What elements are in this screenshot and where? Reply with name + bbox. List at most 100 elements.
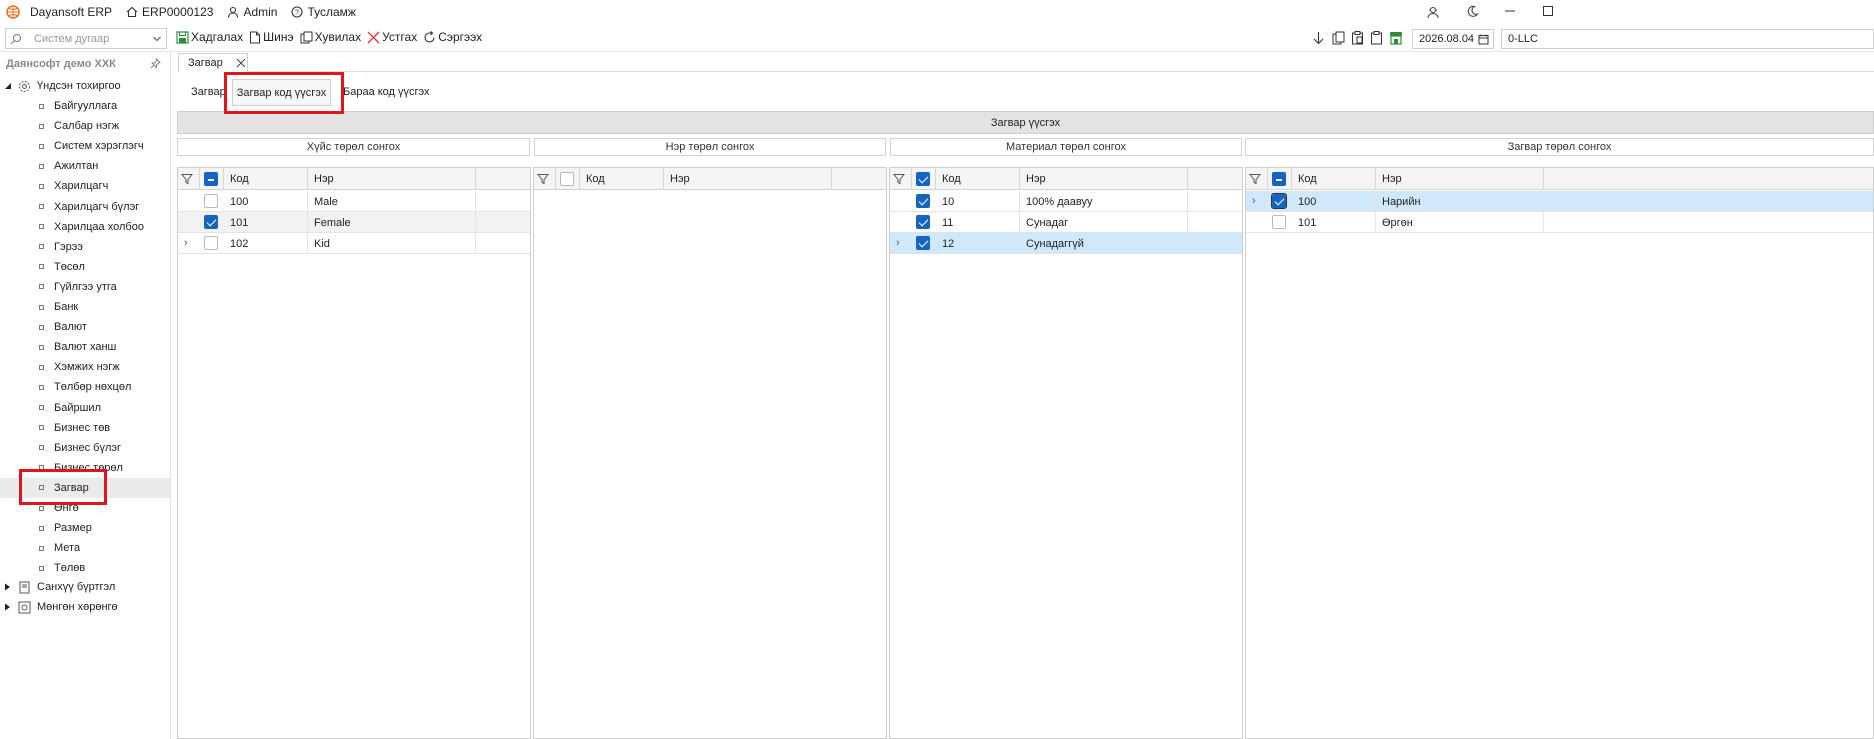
sidebar-item[interactable]: Байгууллага xyxy=(0,96,170,116)
dark-mode-icon[interactable] xyxy=(1466,5,1479,21)
create-zagvar-banner[interactable]: Загвар үүсгэх xyxy=(177,111,1874,134)
select-all-checkbox[interactable] xyxy=(560,172,574,186)
filter-icon[interactable] xyxy=(181,173,193,185)
tab-zagvar[interactable]: Загвар xyxy=(178,53,248,72)
select-all-cell[interactable] xyxy=(556,168,580,190)
sidebar-item[interactable]: Бизнес төрөл xyxy=(0,458,170,478)
sidebar-item[interactable]: Төлбөр нөхцөл xyxy=(0,377,170,397)
clipboard-icon[interactable] xyxy=(1351,31,1364,48)
sidebar-item[interactable]: Бизнес бүлэг xyxy=(0,438,170,458)
sidebar-item[interactable]: Төлөв xyxy=(0,558,170,578)
close-icon[interactable] xyxy=(236,58,246,68)
expand-triangle-icon[interactable] xyxy=(4,603,12,611)
table-row[interactable]: 100 Male xyxy=(178,191,530,212)
sidebar-item[interactable]: Ажилтан xyxy=(0,156,170,176)
expand-triangle-icon[interactable] xyxy=(4,583,12,591)
sidebar-item[interactable]: Гүйлгээ утга xyxy=(0,277,170,297)
row-checkbox[interactable] xyxy=(204,215,218,229)
col-header-code[interactable]: Код xyxy=(224,168,308,190)
sidebar-item[interactable]: Байршил xyxy=(0,398,170,418)
pin-icon[interactable] xyxy=(150,58,161,72)
sidebar-item[interactable]: Хэмжих нэгж xyxy=(0,357,170,377)
sidebar-item[interactable]: Мета xyxy=(0,538,170,558)
tree-root-main-settings[interactable]: Үндсэн тохиргоо xyxy=(0,76,170,96)
maximize-icon[interactable] xyxy=(1542,5,1554,20)
sidebar-item[interactable]: Харилцагч бүлэг xyxy=(0,197,170,217)
erp-code-link[interactable]: ERP0000123 xyxy=(126,5,213,19)
select-all-cell[interactable] xyxy=(912,168,936,190)
col-header-name[interactable]: Нэр xyxy=(1376,168,1544,190)
copy-doc-icon[interactable] xyxy=(1332,31,1345,48)
new-button[interactable]: Шинэ xyxy=(249,30,294,44)
collapse-triangle-icon[interactable] xyxy=(4,82,12,90)
sidebar-item[interactable]: Размер xyxy=(0,518,170,538)
select-all-checkbox[interactable] xyxy=(916,172,930,186)
table-row[interactable]: › 100 Нарийн xyxy=(1246,191,1873,212)
tree-group-cash[interactable]: Мөнгөн хөрөнгө xyxy=(0,597,170,617)
sidebar-item[interactable]: Бизнес төв xyxy=(0,418,170,438)
sidebar-item[interactable]: Харилцаа холбоо xyxy=(0,217,170,237)
sidebar-item[interactable]: Валют ханш xyxy=(0,337,170,357)
table-row[interactable]: › 102 Kid xyxy=(178,233,530,254)
sidebar-item[interactable]: Гэрээ xyxy=(0,237,170,257)
sidebar-item[interactable]: Банк xyxy=(0,297,170,317)
sidebar-item[interactable]: Салбар нэгж xyxy=(0,116,170,136)
sidebar-item[interactable]: Валют xyxy=(0,317,170,337)
row-checkbox[interactable] xyxy=(1271,193,1287,209)
select-all-cell[interactable] xyxy=(200,168,224,190)
table-row[interactable]: 11 Сунадаг xyxy=(890,212,1242,233)
download-icon[interactable] xyxy=(1312,31,1325,48)
select-all-cell[interactable] xyxy=(1268,168,1292,190)
filter-icon[interactable] xyxy=(1249,173,1261,185)
filter-cell[interactable] xyxy=(1246,168,1268,190)
paste-icon[interactable] xyxy=(1370,31,1383,48)
sidebar-item[interactable]: Загвар xyxy=(0,477,170,498)
subtab-zagvar[interactable]: Загвар xyxy=(191,86,226,98)
col-header-name[interactable]: Нэр xyxy=(1020,168,1188,190)
filter-icon[interactable] xyxy=(893,173,905,185)
col-header-name[interactable]: Нэр xyxy=(664,168,832,190)
store-icon[interactable] xyxy=(1389,31,1403,48)
filter-cell[interactable] xyxy=(178,168,200,190)
filter-icon[interactable] xyxy=(537,173,549,185)
sidebar-item[interactable]: Систем хэрэглэгч xyxy=(0,136,170,156)
table-row[interactable]: 101 Өргөн xyxy=(1246,212,1873,233)
col-header-name[interactable]: Нэр xyxy=(308,168,476,190)
company-select[interactable]: 0-LLC xyxy=(1501,29,1874,49)
search-input[interactable]: Систем дугаар xyxy=(34,33,109,45)
row-checkbox[interactable] xyxy=(916,194,930,208)
row-checkbox[interactable] xyxy=(916,215,930,229)
calendar-icon[interactable] xyxy=(1478,34,1489,45)
refresh-button[interactable]: Сэргээх xyxy=(423,30,482,44)
table-row[interactable]: › 12 Сунадаггүй xyxy=(890,233,1242,254)
user-menu[interactable]: Admin xyxy=(227,5,277,19)
subtab-product-code[interactable]: Бараа код үүсгэх xyxy=(343,86,430,98)
select-all-checkbox[interactable] xyxy=(1272,172,1286,186)
col-header-code[interactable]: Код xyxy=(936,168,1020,190)
filter-cell[interactable] xyxy=(534,168,556,190)
chevron-down-icon[interactable] xyxy=(152,34,162,44)
filter-cell[interactable] xyxy=(890,168,912,190)
delete-button[interactable]: Устгах xyxy=(367,30,417,44)
copy-button[interactable]: Хувилах xyxy=(300,30,361,44)
date-picker[interactable]: 2026.08.04 xyxy=(1412,29,1494,49)
table-row[interactable]: 10 100% даавуу xyxy=(890,191,1242,212)
col-header-code[interactable]: Код xyxy=(580,168,664,190)
save-button[interactable]: Хадгалах xyxy=(176,30,243,44)
sidebar-item[interactable]: Өнгө xyxy=(0,498,170,518)
row-checkbox[interactable] xyxy=(204,194,218,208)
sidebar-item[interactable]: Харилцагч xyxy=(0,176,170,196)
help-menu[interactable]: ? Тусламж xyxy=(291,5,356,19)
search-box[interactable]: Систем дугаар xyxy=(5,28,167,49)
agent-icon[interactable] xyxy=(1426,5,1440,22)
col-header-code[interactable]: Код xyxy=(1292,168,1376,190)
table-row[interactable]: 101 Female xyxy=(178,212,530,233)
subtab-zagvar-code[interactable]: Загвар код үүсгэх xyxy=(232,79,331,106)
tree-group-finance[interactable]: Санхүү бүртгэл xyxy=(0,577,170,597)
sidebar-item[interactable]: Төсөл xyxy=(0,257,170,277)
row-checkbox[interactable] xyxy=(916,236,930,250)
row-checkbox[interactable] xyxy=(1272,215,1286,229)
row-checkbox[interactable] xyxy=(204,236,218,250)
select-all-checkbox[interactable] xyxy=(204,172,218,186)
minimize-icon[interactable] xyxy=(1504,4,1516,21)
